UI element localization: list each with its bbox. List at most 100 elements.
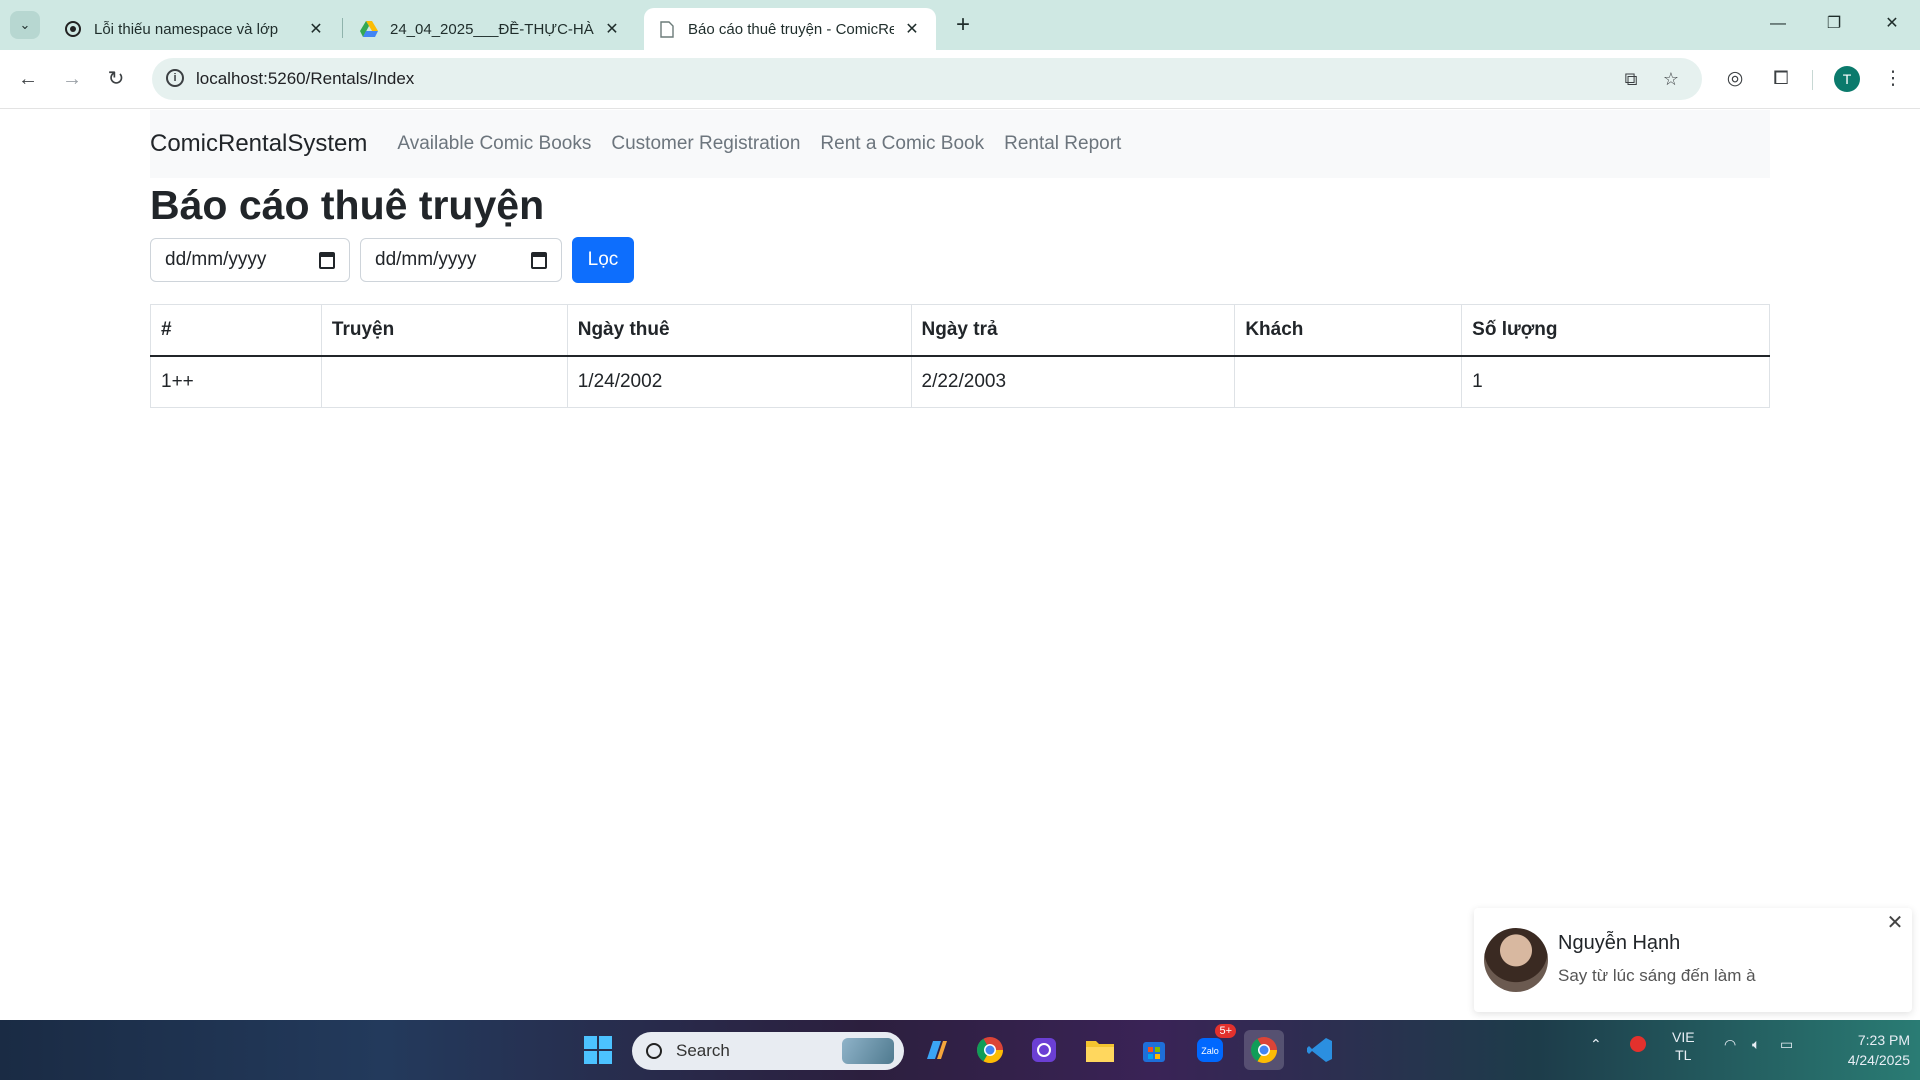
close-window-button[interactable]: ✕: [1872, 8, 1912, 40]
nav-link-rent-comic[interactable]: Rent a Comic Book: [820, 133, 984, 155]
table-cell: 2/22/2003: [910, 355, 1236, 408]
vscode-app[interactable]: [1300, 1030, 1340, 1070]
tab-separator: [342, 18, 343, 38]
bookmark-star-icon[interactable]: ☆: [1658, 67, 1684, 91]
taskbar-search[interactable]: Search: [632, 1032, 904, 1070]
forward-button[interactable]: →: [56, 63, 88, 95]
taskbar: Search Zalo 5+ ⌃ VIE TL ◠ 🔈︎ ▭ 7:23 PM 4…: [0, 1020, 1920, 1080]
chrome-profile-app[interactable]: [1244, 1030, 1284, 1070]
table-row: 1++ 1/24/2002 2/22/2003 1: [150, 355, 1770, 408]
windows-icon: [584, 1036, 612, 1064]
zalo-app[interactable]: Zalo 5+: [1190, 1024, 1236, 1070]
notification-message: Say từ lúc sáng đến làm à: [1558, 966, 1756, 985]
back-button[interactable]: ←: [12, 63, 44, 95]
tab-title: Báo cáo thuê truyện - ComicRe: [688, 20, 894, 38]
close-icon[interactable]: ✕: [902, 19, 922, 39]
battery-icon[interactable]: ▭: [1780, 1036, 1793, 1053]
table-cell: 1/24/2002: [566, 355, 912, 408]
site-navbar: ComicRentalSystem Available Comic Books …: [150, 110, 1770, 178]
reload-button[interactable]: ↻: [100, 63, 132, 95]
search-icon: [646, 1043, 662, 1059]
chrome-icon: [976, 1037, 1004, 1064]
clock-date: 4/24/2025: [1847, 1052, 1910, 1068]
nav-link-rental-report[interactable]: Rental Report: [1004, 133, 1121, 155]
date-filter-form: dd/mm/yyyy dd/mm/yyyy Lọc: [150, 237, 634, 283]
from-date-input[interactable]: dd/mm/yyyy: [150, 238, 350, 282]
store-app[interactable]: [1134, 1030, 1174, 1070]
tab-drive[interactable]: 24_04_2025___ĐỀ-THỰC-HÀNH ✕: [346, 8, 636, 50]
chrome-icon: [1250, 1037, 1278, 1064]
nav-link-customer-registration[interactable]: Customer Registration: [611, 133, 800, 155]
nav-link-available-comics[interactable]: Available Comic Books: [397, 133, 591, 155]
page-title: Báo cáo thuê truyện: [150, 182, 545, 228]
language-indicator[interactable]: VIE TL: [1672, 1028, 1695, 1064]
navbar-brand[interactable]: ComicRentalSystem: [150, 130, 367, 158]
chevron-up-icon[interactable]: ⌃: [1590, 1036, 1602, 1053]
from-date-placeholder: dd/mm/yyyy: [165, 249, 267, 270]
tab-strip: ⌄ Lỗi thiếu namespace và lớp ✕ 24_04_202…: [0, 0, 1920, 50]
tab-title: Lỗi thiếu namespace và lớp: [94, 20, 279, 38]
column-header: Truyện: [320, 304, 568, 357]
close-icon[interactable]: ✕: [306, 19, 326, 39]
calendar-icon[interactable]: [531, 251, 547, 269]
extensions-icon[interactable]: ⧠: [1766, 64, 1796, 94]
profile-avatar[interactable]: T: [1834, 66, 1860, 92]
notification-sender: Nguyễn Hạnh: [1558, 932, 1681, 954]
arrow-right-icon: →: [62, 68, 82, 90]
table-cell: 1: [1461, 355, 1770, 408]
calendar-icon[interactable]: [319, 251, 335, 269]
svg-text:Zalo: Zalo: [1201, 1046, 1219, 1056]
rental-report-table: # Truyện Ngày thuê Ngày trả Khách Số lượ…: [150, 304, 1770, 408]
chat-notification[interactable]: Nguyễn Hạnh Say từ lúc sáng đến làm à ✕: [1474, 908, 1912, 1012]
address-bar[interactable]: i localhost:5260/Rentals/Index ⧉ ☆: [152, 58, 1702, 100]
volume-icon[interactable]: 🔈︎: [1752, 1036, 1760, 1053]
tab-title: 24_04_2025___ĐỀ-THỰC-HÀNH: [390, 20, 594, 38]
copilot-app[interactable]: [916, 1030, 956, 1070]
search-label: Search: [676, 1041, 730, 1060]
page-icon: [658, 20, 676, 38]
tab-search-button[interactable]: ⌄: [10, 11, 40, 39]
browser-toolbar: ← → ↻ i localhost:5260/Rentals/Index ⧉ ☆…: [0, 50, 1920, 109]
restore-button[interactable]: ❐: [1814, 8, 1854, 40]
table-header-row: # Truyện Ngày thuê Ngày trả Khách Số lượ…: [150, 304, 1770, 357]
wifi-icon[interactable]: ◠: [1724, 1036, 1736, 1053]
to-date-input[interactable]: dd/mm/yyyy: [360, 238, 562, 282]
chrome-app[interactable]: [970, 1030, 1010, 1070]
minimize-button[interactable]: —: [1758, 8, 1798, 40]
app-icon: [1032, 1038, 1056, 1062]
zalo-icon: Zalo: [1197, 1038, 1223, 1062]
translate-icon[interactable]: ⧉: [1618, 67, 1644, 91]
avatar: [1484, 928, 1548, 992]
tray-app-icon[interactable]: [1630, 1036, 1646, 1055]
column-header: #: [150, 304, 322, 357]
close-icon[interactable]: ✕: [602, 19, 622, 39]
performance-icon[interactable]: ◎: [1720, 64, 1750, 94]
chevron-down-icon: ⌄: [19, 17, 31, 32]
vscode-icon: [1307, 1038, 1332, 1062]
filter-button[interactable]: Lọc: [572, 237, 634, 283]
new-tab-button[interactable]: +: [948, 10, 978, 40]
to-date-placeholder: dd/mm/yyyy: [375, 249, 477, 270]
notification-badge: 5+: [1215, 1024, 1236, 1038]
tab-rental-report[interactable]: Báo cáo thuê truyện - ComicRe ✕: [644, 8, 936, 50]
column-header: Khách: [1234, 304, 1463, 357]
close-icon[interactable]: ✕: [1884, 912, 1906, 934]
table-cell: [1234, 355, 1463, 408]
toolbar-divider: [1812, 70, 1813, 90]
openai-icon: [64, 20, 82, 38]
column-header: Số lượng: [1461, 304, 1770, 357]
column-header: Ngày trả: [910, 304, 1236, 357]
copilot-icon: [927, 1041, 947, 1059]
start-button[interactable]: [578, 1030, 618, 1070]
language-code: VIE: [1672, 1029, 1695, 1045]
file-explorer-app[interactable]: [1080, 1030, 1120, 1070]
more-menu-icon[interactable]: ⋮: [1878, 64, 1908, 94]
tab-chat[interactable]: Lỗi thiếu namespace và lớp ✕: [50, 8, 340, 50]
clock-time: 7:23 PM: [1857, 1032, 1910, 1048]
url-text[interactable]: localhost:5260/Rentals/Index: [196, 69, 414, 89]
system-clock[interactable]: 7:23 PM 4/24/2025: [1800, 1030, 1910, 1070]
app-purple[interactable]: [1024, 1030, 1064, 1070]
table-cell: [320, 355, 568, 408]
language-sub: TL: [1675, 1047, 1692, 1063]
site-info-icon[interactable]: i: [166, 69, 184, 87]
